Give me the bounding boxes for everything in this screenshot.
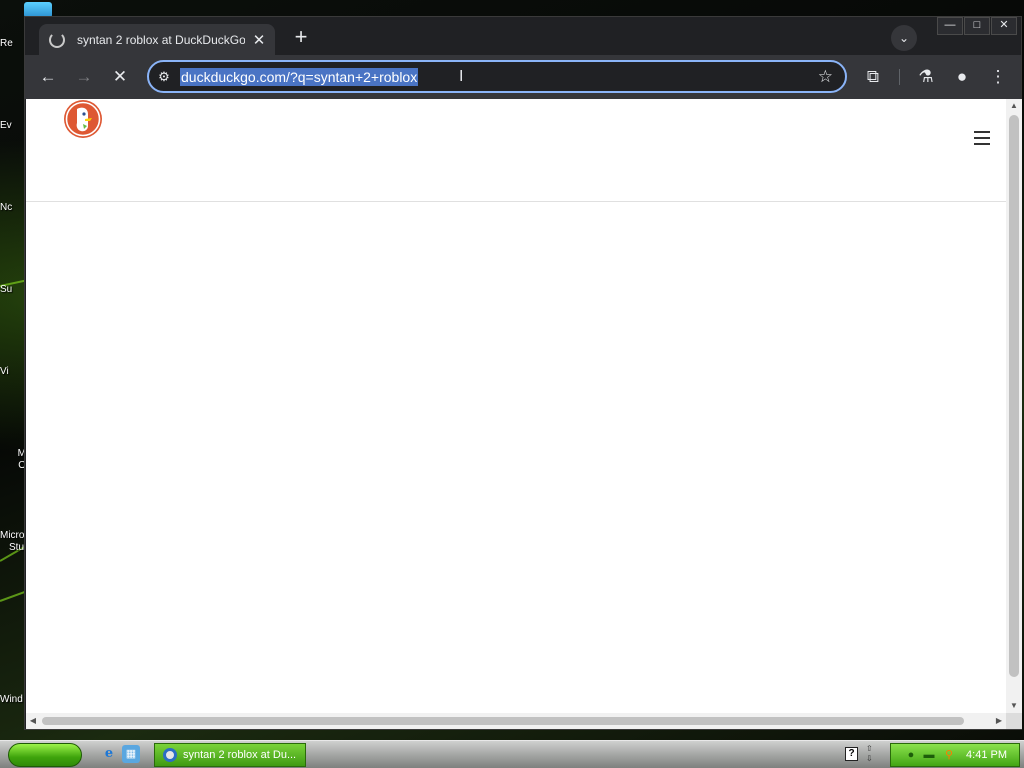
- desktop-icon-windows[interactable]: Wind: [0, 694, 26, 706]
- back-button[interactable]: ←: [34, 63, 62, 91]
- minimize-button[interactable]: —: [937, 17, 963, 35]
- tray-arrows-icon[interactable]: ⇧ ⇩: [866, 744, 873, 764]
- tray-arrow-up-icon: ⇧: [866, 744, 873, 753]
- desktop-icon-label-line2: O: [18, 460, 26, 471]
- window-controls: — □ ✕: [936, 17, 1017, 35]
- vertical-scrollbar[interactable]: ▲ ▼: [1006, 99, 1022, 713]
- volume-icon[interactable]: ▬: [923, 749, 935, 761]
- desktop-icon-mo[interactable]: M O: [0, 448, 26, 472]
- tab-close-icon[interactable]: ✕: [251, 31, 267, 49]
- start-button[interactable]: [8, 743, 82, 767]
- text-cursor-icon: I: [459, 68, 464, 85]
- chrome-icon: [163, 748, 177, 762]
- address-bar[interactable]: ⚙ duckduckgo.com/?q=syntan+2+roblox I ☆: [147, 60, 847, 93]
- desktop-icon-label: Wind: [0, 694, 23, 705]
- close-window-button[interactable]: ✕: [991, 17, 1017, 35]
- scroll-down-arrow-icon[interactable]: ▼: [1006, 699, 1022, 713]
- desktop-icon-recycle-bin[interactable]: Re: [0, 38, 26, 50]
- bookmark-star-icon[interactable]: ☆: [818, 66, 833, 88]
- tray-arrow-down-icon: ⇩: [866, 754, 873, 763]
- tab-search-button[interactable]: ⌄: [891, 25, 917, 51]
- horizontal-scrollbar[interactable]: ◀ ▶: [26, 713, 1006, 729]
- hamburger-menu-icon[interactable]: [974, 131, 990, 145]
- taskbar-button-label: syntan 2 roblox at Du...: [183, 749, 297, 761]
- toolbar-divider: [899, 69, 900, 85]
- vertical-scroll-thumb[interactable]: [1009, 115, 1019, 677]
- desktop-icon-label: Nc: [0, 202, 13, 213]
- desktop-icon-nc[interactable]: Nc: [0, 202, 26, 214]
- desktop-icon-label: Micro: [0, 530, 25, 541]
- scrollbar-corner: [1006, 713, 1022, 729]
- search-icon[interactable]: ⚲: [943, 749, 955, 761]
- browser-window: syntan 2 roblox at DuckDuckGo ✕ + ⌄ — □ …: [24, 16, 1022, 730]
- maximize-button[interactable]: □: [964, 17, 990, 35]
- profile-avatar-button[interactable]: ●: [948, 63, 976, 91]
- browser-menu-button[interactable]: ⋮: [984, 63, 1012, 91]
- ddg-header: [26, 99, 1006, 202]
- new-tab-button[interactable]: +: [289, 26, 313, 50]
- desktop-icon-label: Re: [0, 38, 13, 49]
- address-bar-url[interactable]: duckduckgo.com/?q=syntan+2+roblox: [180, 68, 419, 86]
- internet-explorer-icon[interactable]: e: [100, 745, 118, 763]
- browser-titlebar: syntan 2 roblox at DuckDuckGo ✕ + ⌄ — □ …: [25, 17, 1021, 55]
- tab-title: syntan 2 roblox at DuckDuckGo: [77, 32, 245, 47]
- desktop-icon-label: Vi: [0, 366, 9, 377]
- taskbar-clock[interactable]: 4:41 PM: [966, 749, 1007, 761]
- horizontal-scroll-thumb[interactable]: [42, 717, 964, 725]
- tab-active[interactable]: syntan 2 roblox at DuckDuckGo ✕: [39, 24, 275, 55]
- desktop-icon-su[interactable]: Su: [0, 284, 26, 296]
- duckduckgo-logo-icon[interactable]: [63, 99, 103, 139]
- extensions-button[interactable]: ⧉: [859, 63, 887, 91]
- desktop-icon-label-line2: Stu: [9, 542, 25, 553]
- labs-button[interactable]: ⚗: [912, 63, 940, 91]
- desktop-icon-label: M: [17, 448, 26, 459]
- stop-loading-button[interactable]: ✕: [106, 63, 134, 91]
- browser-toolbar: ← → ✕ ⚙ duckduckgo.com/?q=syntan+2+roblo…: [25, 55, 1021, 99]
- network-icon[interactable]: ●: [905, 749, 917, 761]
- show-desktop-icon[interactable]: ▦: [122, 745, 140, 763]
- loading-spinner-icon: [49, 31, 65, 48]
- site-info-icon[interactable]: ⚙: [155, 68, 173, 86]
- desktop-icon-microsoft-studio[interactable]: Micro Stu: [0, 530, 26, 554]
- scroll-left-arrow-icon[interactable]: ◀: [26, 713, 40, 729]
- desktop-icon-vi[interactable]: Vi: [0, 366, 26, 378]
- forward-button[interactable]: →: [70, 63, 98, 91]
- taskbar: e ▦ syntan 2 roblox at Du... ? ⇧ ⇩ ● ▬ ⚲…: [0, 740, 1024, 768]
- scroll-up-arrow-icon[interactable]: ▲: [1006, 99, 1022, 113]
- page-viewport: [26, 99, 1006, 713]
- help-icon[interactable]: ?: [845, 747, 858, 761]
- system-tray: ● ▬ ⚲ 4:41 PM: [890, 743, 1020, 767]
- desktop-icon-label: Ev: [0, 120, 12, 131]
- taskbar-button-browser[interactable]: syntan 2 roblox at Du...: [154, 743, 306, 767]
- desktop-icon-ev[interactable]: Ev: [0, 120, 26, 132]
- desktop-icon-label: Su: [0, 284, 13, 295]
- scroll-right-arrow-icon[interactable]: ▶: [992, 713, 1006, 729]
